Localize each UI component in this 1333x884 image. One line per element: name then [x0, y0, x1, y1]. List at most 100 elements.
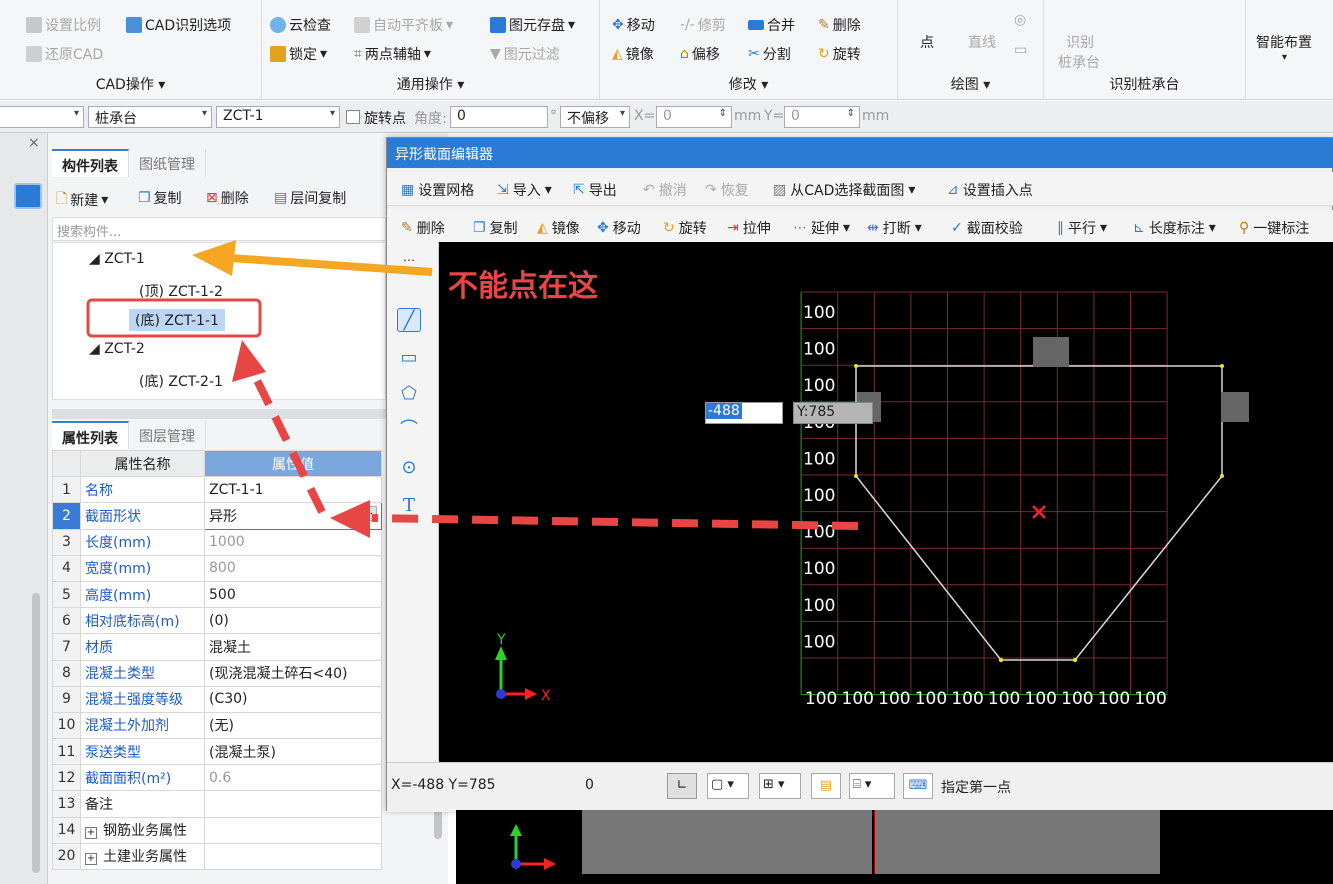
restore-cad-button[interactable]: 还原CAD: [26, 44, 103, 64]
property-row[interactable]: 4 宽度(mm) 800: [52, 554, 382, 582]
property-value[interactable]: 800: [204, 554, 382, 582]
more-options-button[interactable]: ···: [358, 505, 377, 521]
line-button[interactable]: 直线: [968, 32, 996, 52]
property-value[interactable]: (混凝土泵): [204, 738, 382, 766]
tree-node-selected[interactable]: (底) ZCT-1-1: [129, 309, 225, 331]
delete-button[interactable]: ✎ 删除: [818, 15, 861, 35]
line-tool-icon[interactable]: ╱: [397, 308, 421, 332]
cloud-check-button[interactable]: 云检查: [270, 15, 331, 35]
property-row[interactable]: 5 高度(mm) 500: [52, 580, 382, 609]
undo-button[interactable]: ↶ 撤消: [643, 180, 687, 200]
trim-button[interactable]: -/- 修剪: [680, 15, 726, 35]
property-row[interactable]: 9 混凝土强度等级 (C30): [52, 685, 382, 713]
select-from-cad-button[interactable]: ▨ 从CAD选择截面图 ▾: [773, 180, 915, 200]
editor-copy-button[interactable]: ❐ 复制: [473, 218, 518, 238]
editor-canvas[interactable]: 100 100 100 100 100 100 100 100 100 100 100 100 100…: [439, 242, 1333, 762]
point-button[interactable]: 点: [920, 32, 934, 52]
cad-recognize-options-button[interactable]: CAD识别选项: [126, 15, 231, 35]
set-insert-point-button[interactable]: ⊿ 设置插入点: [947, 180, 1033, 200]
editor-mirror-button[interactable]: ◭ 镜像: [537, 218, 580, 238]
set-scale-button[interactable]: 设置比例: [26, 15, 101, 35]
property-row[interactable]: 8 混凝土类型 (现浇混凝土碎石<40): [52, 659, 382, 687]
main-canvas-bottom[interactable]: [456, 810, 1333, 884]
search-component-input[interactable]: 搜索构件...: [52, 217, 386, 241]
length-dim-button[interactable]: ⊾ 长度标注 ▾: [1133, 218, 1216, 238]
tab-layer-mgmt[interactable]: 图层管理: [129, 421, 206, 449]
property-value[interactable]: [204, 842, 382, 871]
move-button[interactable]: ✥ 移动: [612, 15, 655, 35]
tree-node[interactable]: (顶) ZCT-1-2: [139, 281, 223, 301]
copy-component-button[interactable]: ❐ 复制: [138, 188, 182, 208]
editor-extend-button[interactable]: ⋯ 延伸 ▾: [793, 218, 850, 238]
display-options-icon[interactable]: ⌸ ▾: [849, 773, 895, 799]
polygon-tool-icon[interactable]: ⬠: [397, 382, 421, 406]
category-select[interactable]: 桩承台 ▾: [88, 106, 212, 128]
tab-drawing-mgmt[interactable]: 图纸管理: [129, 149, 206, 177]
smart-layout-button[interactable]: 智能布置: [1256, 32, 1312, 52]
ribbon-group-title[interactable]: 修改 ▾: [600, 74, 897, 94]
property-row[interactable]: 6 相对底标高(m) (0): [52, 607, 382, 635]
recognize-button[interactable]: 识别: [1066, 32, 1094, 52]
auto-align-slab-button[interactable]: 自动平齐板 ▾: [354, 15, 453, 35]
tree-node[interactable]: ◢ ZCT-1: [89, 251, 145, 267]
scrollbar[interactable]: [32, 593, 40, 873]
snap-options-icon[interactable]: ⊞ ▾: [759, 773, 801, 799]
property-value[interactable]: [204, 816, 382, 844]
angle-input[interactable]: 0: [450, 106, 548, 128]
handle-right[interactable]: [1221, 392, 1249, 422]
property-row[interactable]: 7 材质 混凝土: [52, 633, 382, 661]
two-point-axis-button[interactable]: ⌗ 两点辅轴 ▾: [354, 44, 431, 64]
property-value[interactable]: (无): [204, 711, 382, 740]
editor-move-button[interactable]: ✥ 移动: [597, 218, 641, 238]
element-filter-button[interactable]: ▼ 图元过滤: [490, 44, 560, 64]
panel-splitter[interactable]: [52, 409, 386, 419]
one-key-dim-button[interactable]: ⚲ 一键标注: [1239, 218, 1309, 238]
y-input[interactable]: 0 ⇕: [784, 106, 860, 128]
expand-icon[interactable]: +: [85, 827, 97, 840]
property-row[interactable]: 10 混凝土外加剂 (无): [52, 711, 382, 740]
floor-select[interactable]: ▾: [0, 106, 84, 128]
set-grid-button[interactable]: ▦ 设置网格: [401, 180, 474, 200]
property-value[interactable]: (0): [204, 607, 382, 635]
editor-break-button[interactable]: ⇹ 打断 ▾: [867, 218, 922, 238]
export-button[interactable]: ⇱ 导出: [573, 180, 617, 200]
offset-button[interactable]: ⌂ 偏移: [680, 44, 720, 64]
property-row[interactable]: 14 + 钢筋业务属性: [52, 816, 382, 844]
chevron-down-icon[interactable]: ▾: [1282, 52, 1287, 63]
mirror-button[interactable]: ◭ 镜像: [612, 44, 654, 64]
input-icon[interactable]: ⌨: [903, 773, 933, 799]
text-tool-icon[interactable]: T: [397, 494, 421, 518]
redo-button[interactable]: ↷ 恢复: [705, 180, 749, 200]
parallel-button[interactable]: ∥ 平行 ▾: [1057, 218, 1107, 238]
circle-icon[interactable]: ◎: [1014, 12, 1026, 28]
property-row[interactable]: 3 长度(mm) 1000: [52, 528, 382, 556]
new-component-button[interactable]: 🗋 新建 ▾: [56, 188, 108, 212]
coord-x-input[interactable]: -488: [705, 402, 783, 424]
property-value[interactable]: 混凝土: [204, 633, 382, 661]
close-icon[interactable]: ×: [28, 135, 40, 151]
ribbon-group-title[interactable]: CAD操作 ▾: [0, 74, 261, 94]
component-panel-icon[interactable]: [14, 183, 42, 209]
editor-stretch-button[interactable]: ⇥ 拉伸: [727, 218, 771, 238]
property-value[interactable]: (现浇混凝土碎石<40): [204, 659, 382, 687]
property-value[interactable]: 0.6: [204, 764, 382, 792]
delete-component-button[interactable]: ⊠ 删除: [206, 188, 249, 208]
tab-property-list[interactable]: 属性列表: [52, 421, 129, 449]
layer-copy-button[interactable]: ▤ 层间复制: [274, 188, 346, 208]
property-value[interactable]: 500: [204, 580, 382, 609]
tree-node[interactable]: (底) ZCT-2-1: [139, 371, 223, 391]
editor-rotate-button[interactable]: ↻ 旋转: [663, 218, 707, 238]
handle-top[interactable]: [1033, 337, 1069, 367]
property-row[interactable]: 11 泵送类型 (混凝土泵): [52, 738, 382, 766]
property-row[interactable]: 20 + 土建业务属性: [52, 842, 382, 871]
layer-icon[interactable]: ▤: [811, 773, 841, 799]
ribbon-group-title[interactable]: 绘图 ▾: [898, 74, 1043, 94]
property-value[interactable]: ZCT-1-1: [204, 476, 382, 504]
editor-delete-button[interactable]: ✎ 删除: [401, 218, 445, 238]
property-row[interactable]: 13 备注: [52, 790, 382, 818]
expand-icon[interactable]: +: [85, 853, 97, 866]
snap-icon[interactable]: ▢ ▾: [707, 773, 749, 799]
coord-y-input[interactable]: Y:785: [793, 402, 873, 424]
rotate-button[interactable]: ↻ 旋转: [818, 44, 861, 64]
property-row[interactable]: 12 截面面积(m²) 0.6: [52, 764, 382, 792]
